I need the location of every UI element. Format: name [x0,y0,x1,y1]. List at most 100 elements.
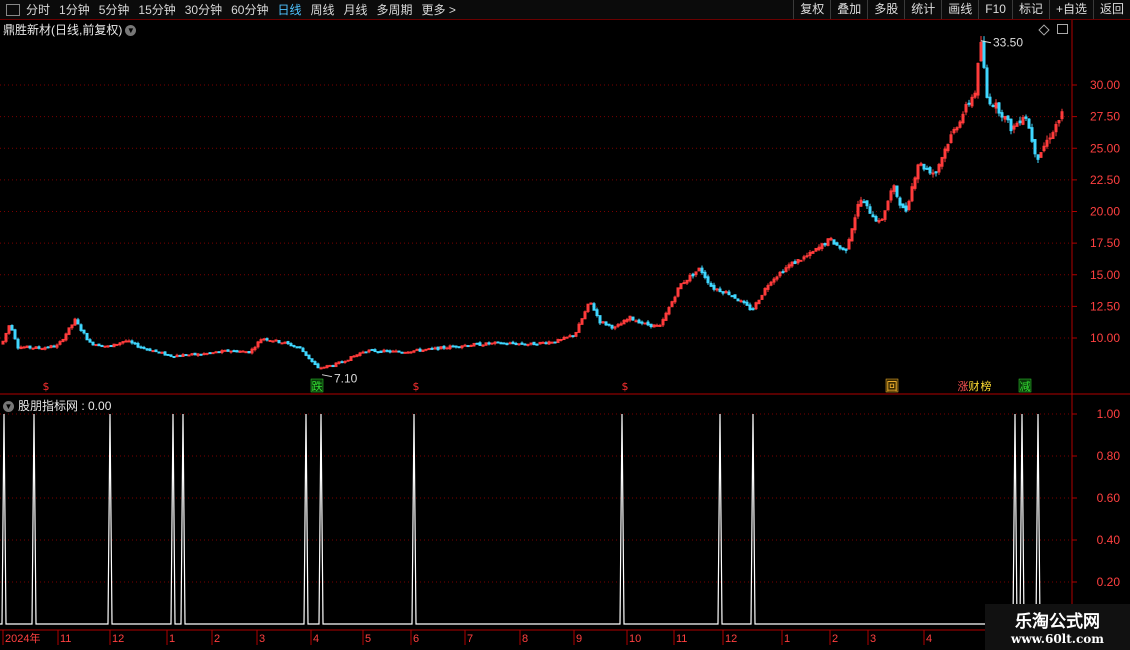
candle-body [469,344,473,347]
candle-body [1048,137,1052,140]
candle-body [109,345,113,348]
candle-body [106,345,110,348]
candle-body [838,245,842,249]
candle-body [499,342,503,345]
signal-marker[interactable]: 榜 [981,379,992,393]
signal-marker[interactable]: 跌 [312,379,323,393]
candle-body [424,348,428,351]
candle-body [142,346,146,349]
candle-body [163,351,167,356]
candle-body [541,341,545,344]
candle-body [466,345,470,348]
candle-body [862,201,866,204]
candle-body [124,340,128,343]
candle-body [874,216,878,222]
candle-body [658,324,662,327]
price-tick-label: 27.50 [1090,110,1120,124]
candle-body [247,351,251,354]
candle-body [682,282,686,285]
time-tick-label: 9 [576,633,582,645]
signal-marker[interactable]: 回 [887,380,898,393]
candle-body [442,345,446,349]
candle-body [205,352,209,355]
candle-body [844,248,848,251]
price-tick-label: 25.00 [1090,141,1120,155]
candle-body [922,163,926,170]
candle-body [508,342,512,345]
candle-body [1000,112,1004,118]
candle-body [226,349,230,352]
candle-body [418,348,422,352]
candle-body [295,346,299,349]
candle-body [532,341,536,346]
signal-marker[interactable]: $ [622,380,629,393]
candle-body [637,319,641,324]
time-tick-label: 10 [629,633,641,645]
candle-body [343,360,347,363]
candle-body [136,343,140,348]
candle-body [433,347,437,350]
time-tick-label: 3 [870,633,876,645]
signal-marker[interactable]: $ [413,380,420,393]
candle-body [94,344,98,347]
candle-body [400,351,404,354]
candle-body [550,341,554,344]
candle-body [322,366,326,369]
candle-body [649,323,653,328]
candle-body [151,350,155,353]
signal-marker[interactable]: 减 [1020,380,1031,393]
candle-body [1036,154,1040,160]
candle-body [100,345,104,348]
candle-body [526,343,530,346]
candle-body [511,341,515,345]
candle-body [751,308,755,311]
candle-body [301,347,305,353]
candle-body [835,242,839,246]
candle-body [403,351,407,354]
time-tick-label: 5 [365,633,371,645]
price-tick-label: 12.50 [1090,299,1120,313]
candle-body [319,367,323,370]
candle-body [733,294,737,299]
candle-body [454,345,458,348]
signal-marker[interactable]: 涨 [958,380,969,393]
candle-body [502,342,506,345]
candle-body [178,354,182,357]
candle-body [298,346,302,349]
signal-marker[interactable]: $ [43,380,50,393]
candle-body [37,346,41,349]
candle-body [244,351,248,354]
candle-body [376,351,380,354]
candle-body [397,350,401,353]
candle-body [598,315,602,324]
candle-body [799,259,803,262]
candle-body [718,288,722,293]
candle-body [631,316,635,321]
signal-marker[interactable]: 财 [969,379,980,393]
candle-body [478,342,482,346]
candle-body [1006,115,1010,121]
time-tick-label: 2024年 [5,631,40,645]
candle-body [445,347,449,350]
candle-body [307,354,311,360]
candle-body [739,300,743,303]
indicator-tick-label: 0.40 [1097,533,1121,547]
candle-body [514,342,518,346]
candle-body [286,341,290,345]
watermark-logo: 乐淘公式网 www.60lt.com [985,604,1130,650]
candle-body [91,341,95,346]
chart-canvas[interactable]: 33.50 7.10 30.00 27.50 25.00 22.50 20.00 17.50… [0,0,1130,650]
candle-body [736,298,740,302]
candle-body [406,351,410,354]
price-tick-label: 17.50 [1090,236,1120,250]
candle-body [385,349,389,352]
time-tick-label: 1 [169,633,175,645]
candle-body [523,343,527,346]
candle-body [130,340,134,344]
time-tick-label: 11 [60,633,71,645]
candle-body [391,350,395,353]
candle-body [655,324,659,327]
candle-body [211,352,215,355]
candle-body [370,348,374,351]
price-tick-label: 22.50 [1090,173,1120,187]
